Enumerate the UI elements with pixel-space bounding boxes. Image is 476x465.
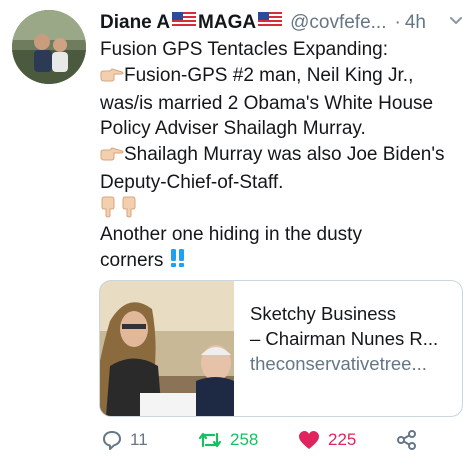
tweet-actions: 11 258 225 [100, 426, 466, 454]
reply-button[interactable]: 11 [102, 426, 148, 454]
timestamp[interactable]: 4h [405, 12, 426, 34]
card-thumbnail [100, 281, 234, 416]
user-handle[interactable]: @covfefe... [290, 12, 386, 34]
link-preview-card[interactable]: Sketchy Business – Chairman Nunes R... t… [99, 280, 463, 417]
tweet-line-text: Fusion-GPS #2 man, Neil King Jr., [124, 64, 414, 86]
share-icon [396, 429, 418, 451]
share-button[interactable] [396, 426, 418, 454]
tweet-header: Diane A MAGA @covfefe... · 4h [100, 10, 464, 36]
avatar[interactable] [12, 10, 86, 84]
display-name-suffix[interactable]: MAGA [198, 12, 256, 34]
tweet-line: Policy Adviser Shailagh Murray. [100, 118, 366, 140]
time-separator: · [394, 12, 401, 33]
card-title-line1: Sketchy Business [250, 303, 397, 324]
card-text: Sketchy Business – Chairman Nunes R... t… [250, 301, 454, 376]
retweet-icon [198, 431, 222, 449]
tweet-line: was/is married 2 Obama's White House [100, 92, 434, 114]
reply-icon [102, 430, 122, 450]
chevron-down-icon[interactable] [448, 13, 464, 35]
pointing-right-icon [100, 65, 124, 91]
tweet-line: corners [100, 248, 466, 276]
pointing-down-emojis [100, 196, 466, 222]
retweet-button[interactable]: 258 [198, 426, 258, 454]
retweet-count: 258 [230, 430, 259, 449]
reply-count: 11 [130, 430, 148, 449]
tweet-line: Shailagh Murray was also Joe Biden's [100, 142, 466, 170]
like-button[interactable]: 225 [298, 426, 356, 454]
like-count: 225 [328, 430, 357, 449]
card-title-line2: – Chairman Nunes R... [250, 328, 439, 349]
card-domain: theconservativetree... [250, 353, 427, 374]
avatar-photo [12, 10, 86, 84]
display-name[interactable]: Diane A [100, 12, 170, 34]
tweet-line: Fusion-GPS #2 man, Neil King Jr., [100, 63, 466, 91]
tweet-line: Fusion GPS Tentacles Expanding: [100, 39, 388, 60]
tweet-line: Another one hiding in the dusty [100, 223, 362, 245]
tweet-line: Deputy-Chief-of-Staff. [100, 171, 284, 193]
us-flag-icon [172, 12, 197, 34]
tweet-line-text: Shailagh Murray was also Joe Biden's [124, 144, 445, 166]
tweet-line-text: corners [100, 249, 164, 271]
tweet-text: Fusion GPS Tentacles Expanding: Fusion-G… [100, 37, 466, 275]
us-flag-icon [258, 12, 283, 34]
pointing-right-icon [100, 144, 124, 170]
double-exclamation-icon [169, 248, 187, 276]
heart-icon [298, 430, 320, 450]
